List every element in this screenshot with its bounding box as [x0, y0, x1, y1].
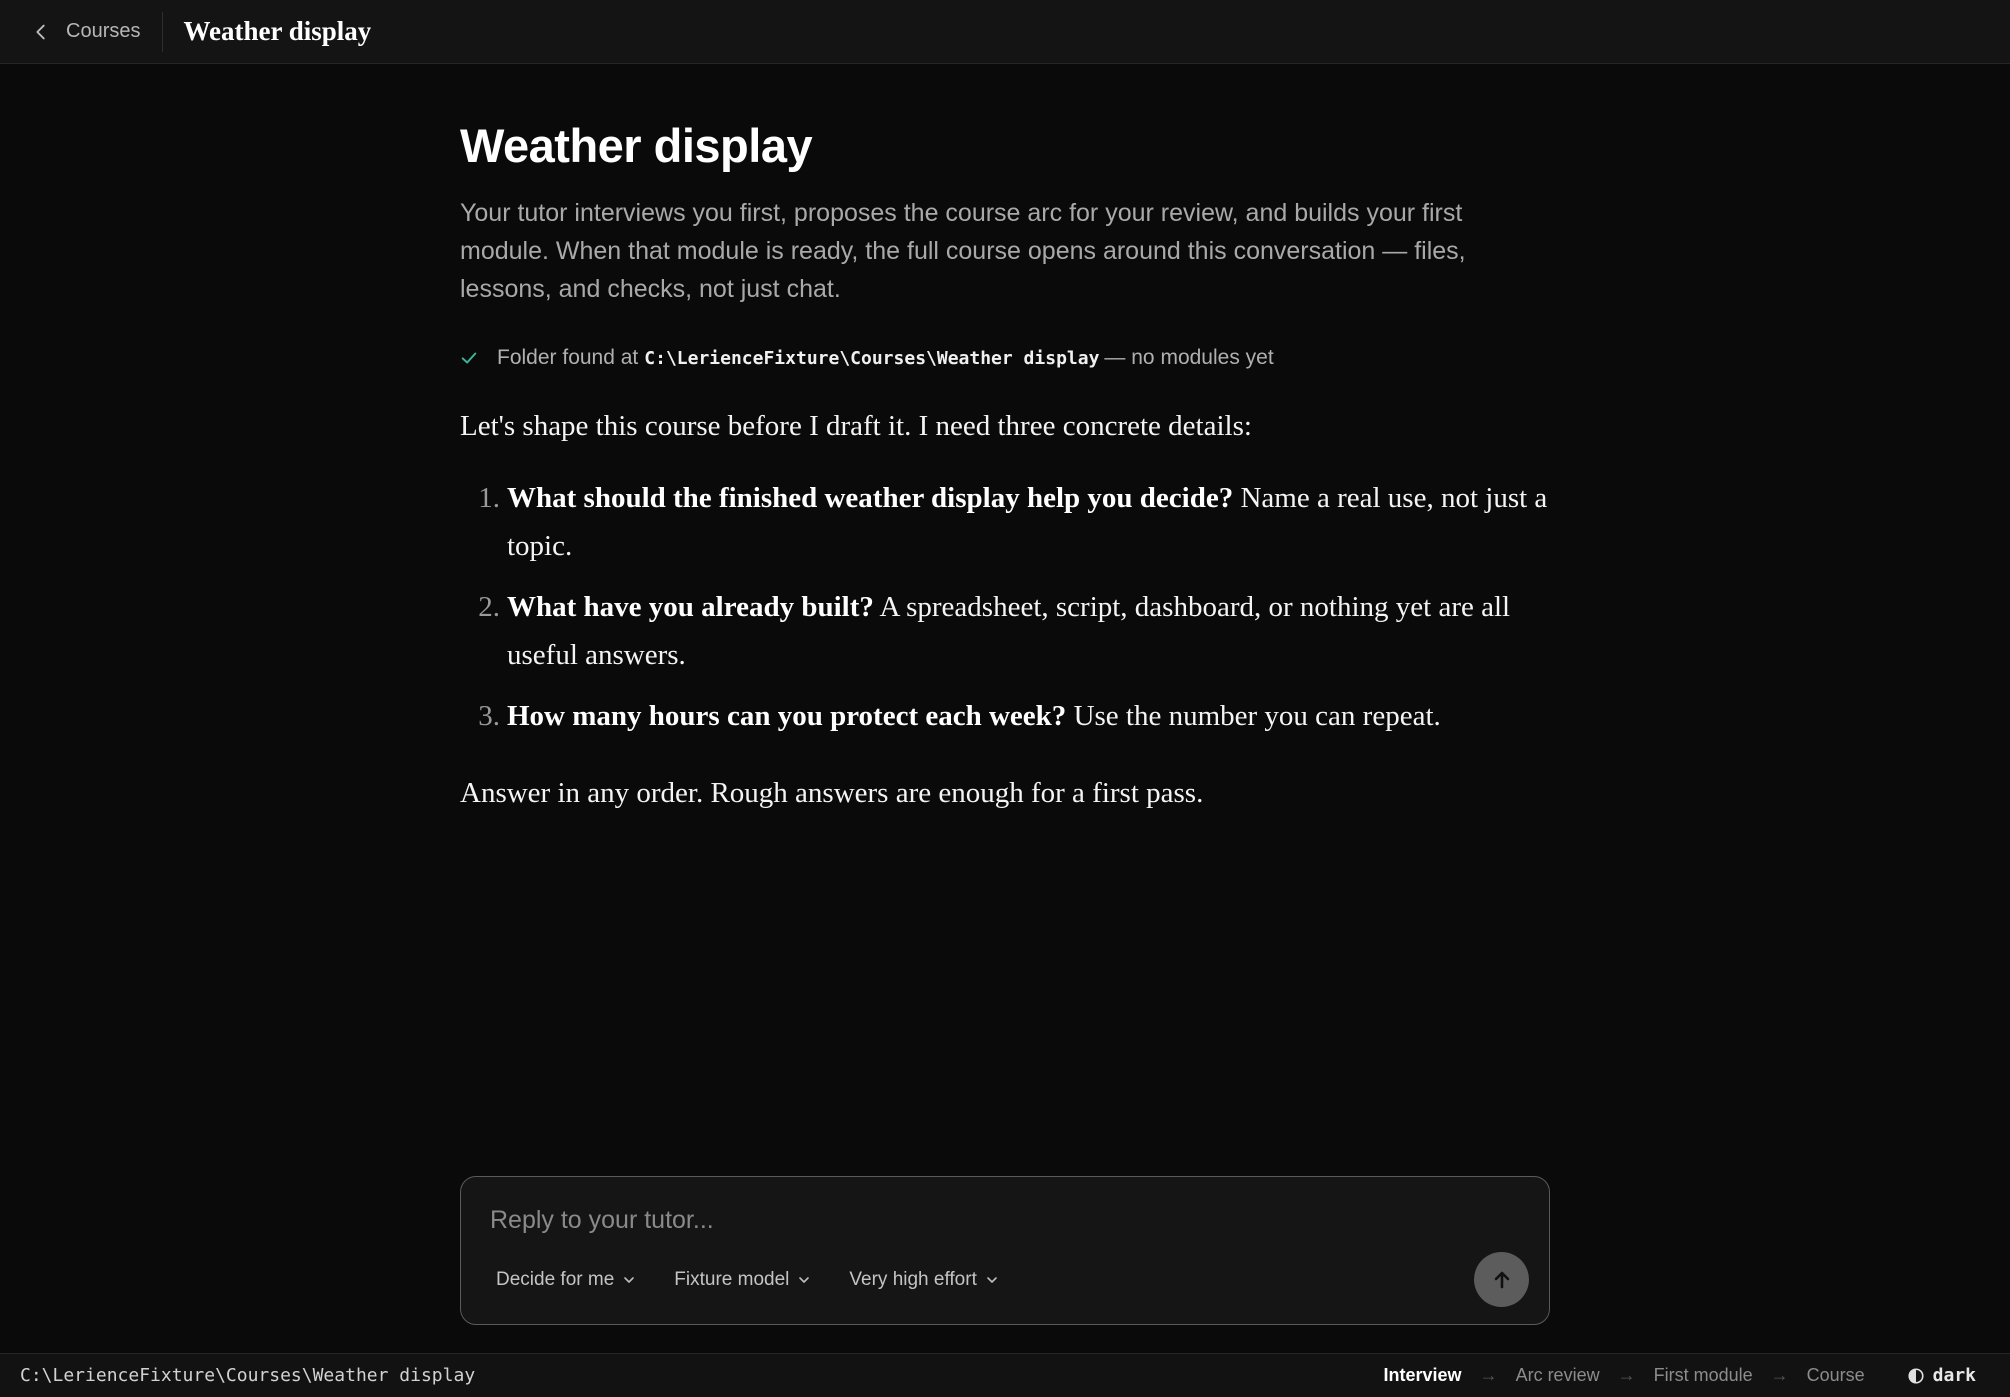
top-bar-title: Weather display — [183, 16, 372, 46]
half-circle-icon — [1908, 1367, 1924, 1384]
back-to-courses-link[interactable]: Courses — [30, 11, 164, 52]
mode-dropdown[interactable]: Decide for me — [496, 1269, 636, 1291]
tutor-message-outro: Answer in any order. Rough answers are e… — [460, 777, 1204, 810]
step-first-module: First module — [1653, 1365, 1753, 1385]
question-item: 2. What have you already built? A spread… — [460, 583, 1550, 679]
question-detail: Use the number you can repeat. — [1073, 700, 1441, 733]
folder-status-prefix: Folder found at — [497, 346, 639, 370]
theme-label: dark — [1932, 1365, 1976, 1386]
chevron-left-icon — [36, 24, 45, 39]
question-item: 3. How many hours can you protect each w… — [460, 692, 1550, 740]
step-course: Course — [1806, 1365, 1865, 1385]
step-arc-review: Arc review — [1515, 1365, 1600, 1385]
tutor-message: Let's shape this course before I draft i… — [460, 406, 1550, 813]
question-text: What have you already built? A spreadshe… — [500, 583, 1550, 679]
question-heading: What have you already built? — [507, 591, 874, 624]
model-dropdown[interactable]: Fixture model — [674, 1269, 811, 1291]
page-intro: Your tutor interviews you first, propose… — [460, 199, 1466, 304]
main-content: Weather display Your tutor interviews yo… — [460, 64, 1550, 813]
back-link-label: Courses — [66, 20, 141, 42]
chevron-down-icon — [987, 1277, 997, 1283]
tutor-message-intro: Let's shape this course before I draft i… — [460, 410, 1252, 443]
step-arrow: → — [1770, 1365, 1789, 1385]
question-heading: How many hours can you protect each week… — [507, 700, 1067, 733]
composer-controls: Decide for me Fixture model Very high ef… — [496, 1269, 1037, 1291]
course-path: C:\LerienceFixture\Courses\Weather displ… — [20, 1365, 476, 1386]
question-text: How many hours can you protect each week… — [500, 692, 1507, 740]
top-bar: Courses Weather display — [0, 0, 2010, 64]
question-number: 3. — [478, 700, 500, 733]
page-title: Weather display — [460, 119, 813, 172]
question-item: 1. What should the finished weather disp… — [460, 474, 1550, 570]
theme-toggle[interactable]: dark — [1907, 1365, 1976, 1386]
send-button[interactable] — [1474, 1252, 1529, 1307]
model-dropdown-label: Fixture model — [674, 1269, 790, 1290]
effort-dropdown[interactable]: Very high effort — [849, 1269, 998, 1291]
question-list: 1. What should the finished weather disp… — [460, 474, 1550, 740]
folder-status: Folder found at C:\LerienceFixture\Cours… — [460, 346, 1550, 370]
step-arrow: → — [1617, 1365, 1636, 1385]
arrow-up-icon — [1494, 1271, 1509, 1288]
reply-input[interactable] — [488, 1199, 1452, 1241]
step-arrow: → — [1479, 1365, 1498, 1385]
folder-path: C:\LerienceFixture\Courses\Weather displ… — [644, 347, 1100, 369]
question-number: 1. — [478, 482, 500, 515]
folder-status-suffix: — no modules yet — [1104, 346, 1274, 370]
chevron-down-icon — [799, 1277, 810, 1283]
step-interview: Interview — [1383, 1365, 1462, 1385]
effort-dropdown-label: Very high effort — [849, 1269, 977, 1290]
mode-dropdown-label: Decide for me — [496, 1269, 615, 1290]
reply-composer: Decide for me Fixture model Very high ef… — [460, 1176, 1550, 1325]
progress-steps: Interview → Arc review → First module → … — [1384, 1365, 1865, 1386]
status-bar: C:\LerienceFixture\Courses\Weather displ… — [0, 1353, 2010, 1397]
question-number: 2. — [478, 591, 500, 624]
question-text: What should the finished weather display… — [500, 474, 1550, 570]
question-heading: What should the finished weather display… — [507, 482, 1234, 515]
app-window: Courses Weather display Weather display … — [0, 0, 2010, 1397]
check-icon — [461, 352, 477, 364]
chevron-down-icon — [624, 1277, 635, 1283]
